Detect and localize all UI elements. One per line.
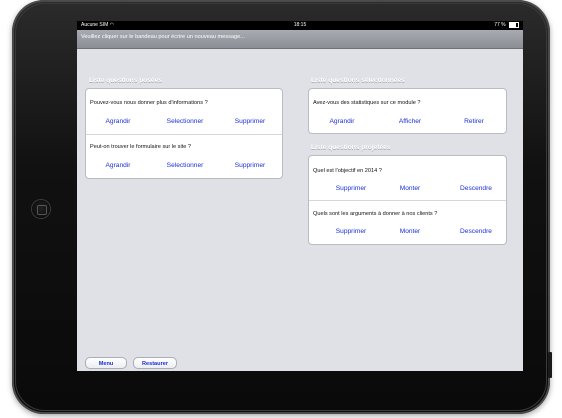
menu-button[interactable]: Menu: [85, 357, 127, 369]
selected-section-title: Liste questions sélectionnées: [311, 77, 405, 84]
delete-button[interactable]: Supprimer: [222, 118, 278, 125]
battery-icon: [509, 21, 519, 28]
question-card: Quel est l'objectif en 2014 ? Supprimer …: [309, 156, 506, 201]
asked-section-title: Liste questions posées: [89, 77, 162, 84]
question-card: Peut-on trouver le formulaire sur le sit…: [86, 135, 282, 178]
asked-questions-panel: Pouvez-vous nous donner plus d'informati…: [85, 88, 283, 179]
enlarge-button[interactable]: Agrandir: [94, 118, 142, 125]
question-text: Avez-vous des statistiques sur ce module…: [313, 100, 421, 106]
side-switch: [548, 352, 552, 378]
question-text: Quels sont les arguments à donner à nos …: [313, 211, 438, 217]
question-text: Quel est l'objectif en 2014 ?: [313, 168, 382, 174]
projected-questions-panel: Quel est l'objectif en 2014 ? Supprimer …: [308, 155, 507, 245]
home-button-icon[interactable]: [32, 200, 50, 218]
question-card: Pouvez-vous nous donner plus d'informati…: [86, 89, 282, 135]
app-screen: Aucune SIM ◠ 18:15 77 % Veuillez cliquer…: [77, 21, 523, 371]
remove-button[interactable]: Retirer: [449, 118, 499, 125]
move-down-button[interactable]: Descendre: [447, 228, 505, 235]
display-button[interactable]: Afficher: [385, 118, 435, 125]
question-card: Quels sont les arguments à donner à nos …: [309, 201, 506, 244]
enlarge-button[interactable]: Agrandir: [94, 162, 142, 169]
new-message-banner[interactable]: Veuillez cliquer sur le bandeau pour écr…: [77, 30, 523, 49]
enlarge-button[interactable]: Agrandir: [317, 118, 367, 125]
restore-button[interactable]: Restaurer: [133, 357, 177, 369]
projected-section-title: Liste questions projetées: [311, 144, 391, 151]
question-text: Pouvez-vous nous donner plus d'informati…: [90, 100, 208, 106]
clock: 18:15: [293, 22, 307, 28]
move-down-button[interactable]: Descendre: [447, 185, 505, 192]
ipad-frame: Aucune SIM ◠ 18:15 77 % Veuillez cliquer…: [12, 0, 550, 414]
delete-button[interactable]: Supprimer: [323, 185, 379, 192]
question-card: Avez-vous des statistiques sur ce module…: [309, 89, 506, 133]
status-bar: Aucune SIM ◠ 18:15 77 %: [77, 21, 523, 30]
battery-percent: 77 %: [494, 22, 506, 28]
battery-group: 77 %: [494, 21, 519, 30]
delete-button[interactable]: Supprimer: [222, 162, 278, 169]
question-text: Peut-on trouver le formulaire sur le sit…: [90, 144, 192, 150]
banner-text: Veuillez cliquer sur le bandeau pour écr…: [81, 34, 245, 40]
selected-questions-panel: Avez-vous des statistiques sur ce module…: [308, 88, 507, 134]
move-up-button[interactable]: Monter: [389, 228, 431, 235]
delete-button[interactable]: Supprimer: [323, 228, 379, 235]
select-button[interactable]: Selectionner: [154, 118, 216, 125]
move-up-button[interactable]: Monter: [389, 185, 431, 192]
select-button[interactable]: Selectionner: [154, 162, 216, 169]
